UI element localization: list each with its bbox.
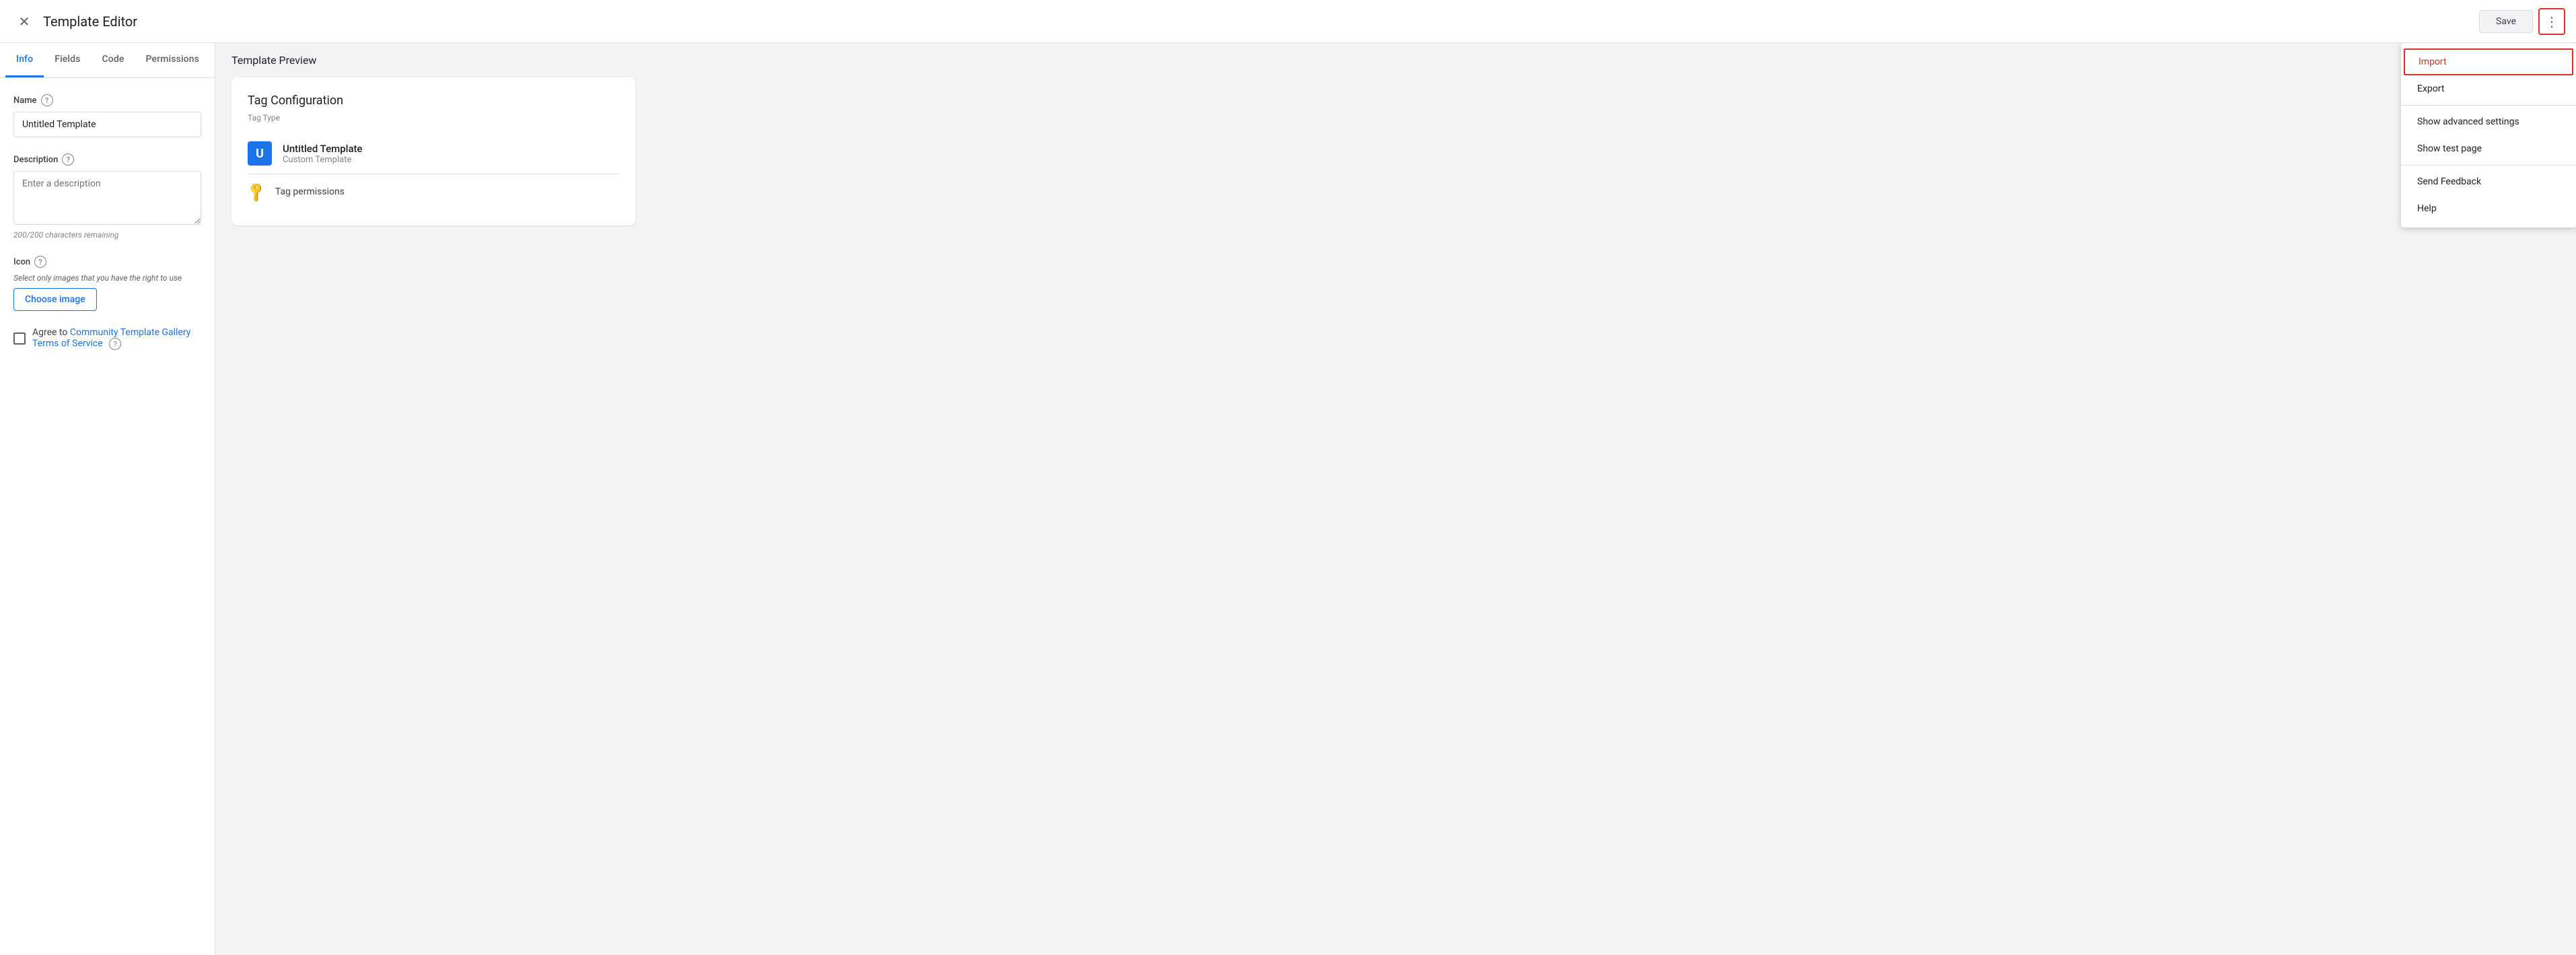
save-button[interactable]: Save [2479,10,2533,33]
tos-checkbox-row: Agree to Community Template Gallery Term… [13,327,201,350]
more-menu-button[interactable]: ⋮ [2538,8,2565,35]
tab-code[interactable]: Code [92,43,135,77]
header-actions: Save ⋮ [2479,8,2565,35]
tab-permissions[interactable]: Permissions [135,43,211,77]
tag-type-row: U Untitled Template Custom Template [248,133,619,174]
left-panel: Info Fields Code Permissions Tests Name … [0,43,215,955]
right-panel: Template Preview Tag Configuration Tag T… [215,43,2576,955]
tag-info: Untitled Template Custom Template [283,143,363,165]
menu-item-feedback[interactable]: Send Feedback [2401,168,2576,195]
page-title: Template Editor [43,13,2479,30]
description-label: Description ? [13,153,201,166]
name-input[interactable] [13,112,201,137]
char-count: 200/200 characters remaining [13,230,201,240]
name-label: Name ? [13,94,201,106]
tos-help-icon[interactable]: ? [109,338,121,350]
close-icon: ✕ [19,13,30,30]
menu-item-advanced[interactable]: Show advanced settings [2401,108,2576,135]
description-textarea[interactable] [13,171,201,225]
name-group: Name ? [13,94,201,137]
tag-sub: Custom Template [283,155,363,165]
tag-permissions-row: 🔑 Tag permissions [248,174,619,209]
menu-item-testpage[interactable]: Show test page [2401,135,2576,162]
info-form: Name ? Description ? 200/200 characters … [0,78,215,366]
main-layout: Info Fields Code Permissions Tests Name … [0,43,2576,955]
close-button[interactable]: ✕ [11,8,38,35]
tab-fields[interactable]: Fields [44,43,91,77]
tag-permissions-text: Tag permissions [275,186,345,197]
dropdown-menu: Import Export Show advanced settings Sho… [2401,43,2576,227]
tag-type-label: Tag Type [248,113,619,122]
description-group: Description ? 200/200 characters remaini… [13,153,201,240]
tab-tests[interactable]: Tests [210,43,215,77]
tos-label: Agree to Community Template Gallery Term… [32,327,201,350]
icon-group: Icon ? Select only images that you have … [13,256,201,311]
divider-2 [2401,165,2576,166]
divider-1 [2401,105,2576,106]
tos-checkbox[interactable] [13,332,26,345]
description-help-icon[interactable]: ? [62,153,74,166]
name-help-icon[interactable]: ? [41,94,53,106]
icon-hint: Select only images that you have the rig… [13,273,201,283]
menu-item-import[interactable]: Import [2404,48,2573,75]
app-header: ✕ Template Editor Save ⋮ [0,0,2576,43]
menu-item-help[interactable]: Help [2401,195,2576,222]
preview-content: Tag Configuration Tag Type U Untitled Te… [215,77,2576,955]
tag-name: Untitled Template [283,143,363,155]
tab-bar: Info Fields Code Permissions Tests [0,43,215,78]
more-icon: ⋮ [2545,13,2559,30]
tag-config-card: Tag Configuration Tag Type U Untitled Te… [231,77,635,225]
icon-help-icon[interactable]: ? [34,256,46,268]
tab-info[interactable]: Info [5,43,44,77]
key-icon: 🔑 [244,180,268,204]
choose-image-button[interactable]: Choose image [13,288,97,311]
tag-icon: U [248,141,272,166]
menu-item-export[interactable]: Export [2401,75,2576,102]
tag-config-title: Tag Configuration [248,94,619,108]
icon-label: Icon ? [13,256,201,268]
preview-header: Template Preview [215,43,2576,77]
